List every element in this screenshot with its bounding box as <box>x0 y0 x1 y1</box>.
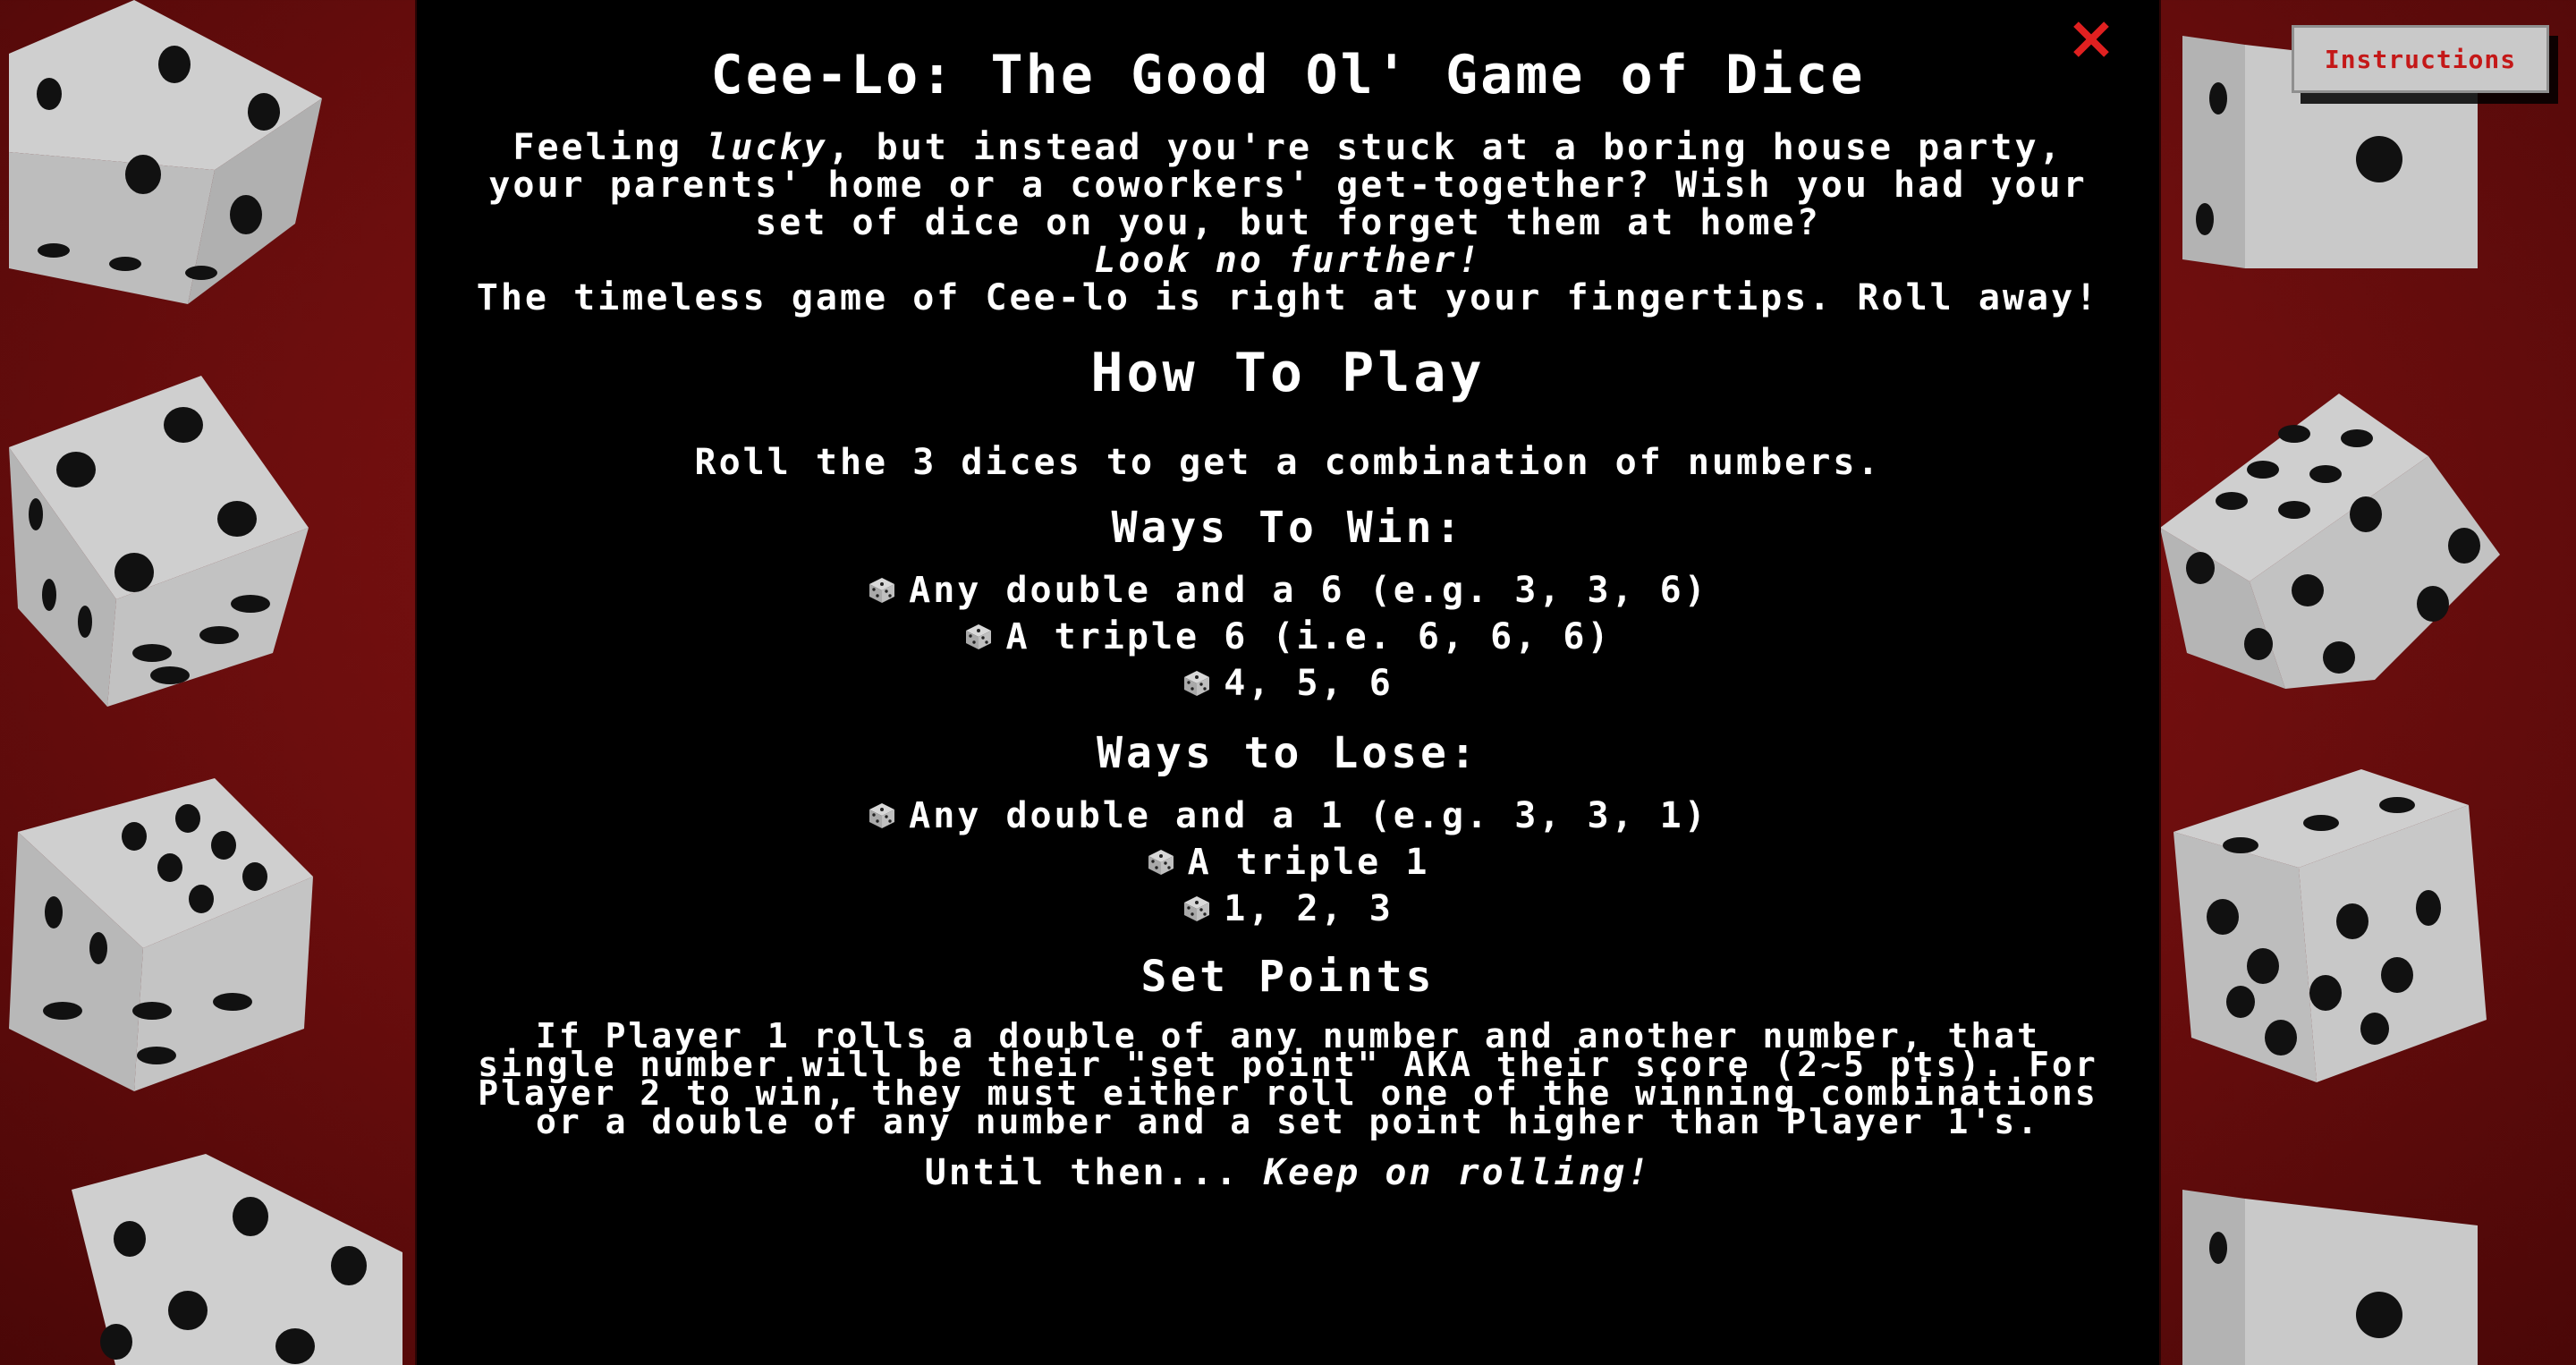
outro-pre: Until then... <box>924 1152 1264 1193</box>
list-item: Any double and a 6 (e.g. 3, 3, 6) <box>453 567 2123 614</box>
list-item: Any double and a 1 (e.g. 3, 3, 1) <box>453 793 2123 839</box>
list-item: 1, 2, 3 <box>453 886 2123 932</box>
background-die <box>9 778 313 1091</box>
list-item-text: A triple 6 (i.e. 6, 6, 6) <box>1005 616 1612 657</box>
set-points-text: If Player 1 rolls a double of any number… <box>478 1016 2098 1141</box>
instructions-button[interactable]: Instructions <box>2292 25 2549 93</box>
background-die <box>9 0 322 304</box>
list-item-text: Any double and a 6 (e.g. 3, 3, 6) <box>909 570 1708 611</box>
intro-line1-pre: Feeling <box>513 127 708 168</box>
list-item: 4, 5, 6 <box>453 660 2123 707</box>
close-icon[interactable] <box>2070 18 2113 61</box>
modal-title: Cee-Lo: The Good Ol' Game of Dice <box>710 44 1866 106</box>
background-die <box>2160 394 2500 689</box>
background-die <box>9 376 309 707</box>
background-die <box>72 1154 402 1365</box>
list-item-text: A triple 1 <box>1187 842 1430 883</box>
background-die <box>2182 1190 2478 1365</box>
intro-look-further: Look no further! <box>1094 240 1482 281</box>
die-icon <box>964 623 1005 651</box>
die-icon <box>1182 894 1224 923</box>
how-to-play-heading: How To Play <box>1090 342 1486 404</box>
die-icon <box>868 801 909 830</box>
roll-instructions: Roll the 3 dices to get a combination of… <box>694 442 1882 483</box>
instructions-modal: Cee-Lo: The Good Ol' Game of Dice Feelin… <box>415 0 2161 1365</box>
list-item-text: 4, 5, 6 <box>1224 663 1394 704</box>
list-item-text: Any double and a 1 (e.g. 3, 3, 1) <box>909 795 1708 836</box>
intro-lucky: lucky <box>707 127 828 168</box>
intro-line2: The timeless game of Cee-lo is right at … <box>476 277 2100 318</box>
intro-text: Feeling lucky, but instead you're stuck … <box>453 129 2123 317</box>
ways-to-win-heading: Ways To Win: <box>1111 503 1465 553</box>
ways-to-lose-heading: Ways to Lose: <box>1097 728 1479 778</box>
set-points-heading: Set Points <box>1140 952 1436 1002</box>
ways-to-lose-list: Any double and a 1 (e.g. 3, 3, 1) A trip… <box>453 793 2123 932</box>
list-item-text: 1, 2, 3 <box>1224 888 1394 929</box>
background-die <box>2174 769 2487 1082</box>
die-icon <box>1147 848 1188 877</box>
list-item: A triple 1 <box>453 839 2123 886</box>
die-icon <box>868 576 909 605</box>
die-icon <box>1182 669 1224 698</box>
outro-keep-rolling: Keep on rolling! <box>1263 1152 1652 1193</box>
outro-text: Until then... Keep on rolling! <box>453 1154 2123 1191</box>
list-item: A triple 6 (i.e. 6, 6, 6) <box>453 614 2123 660</box>
ways-to-win-list: Any double and a 6 (e.g. 3, 3, 6) A trip… <box>453 567 2123 707</box>
